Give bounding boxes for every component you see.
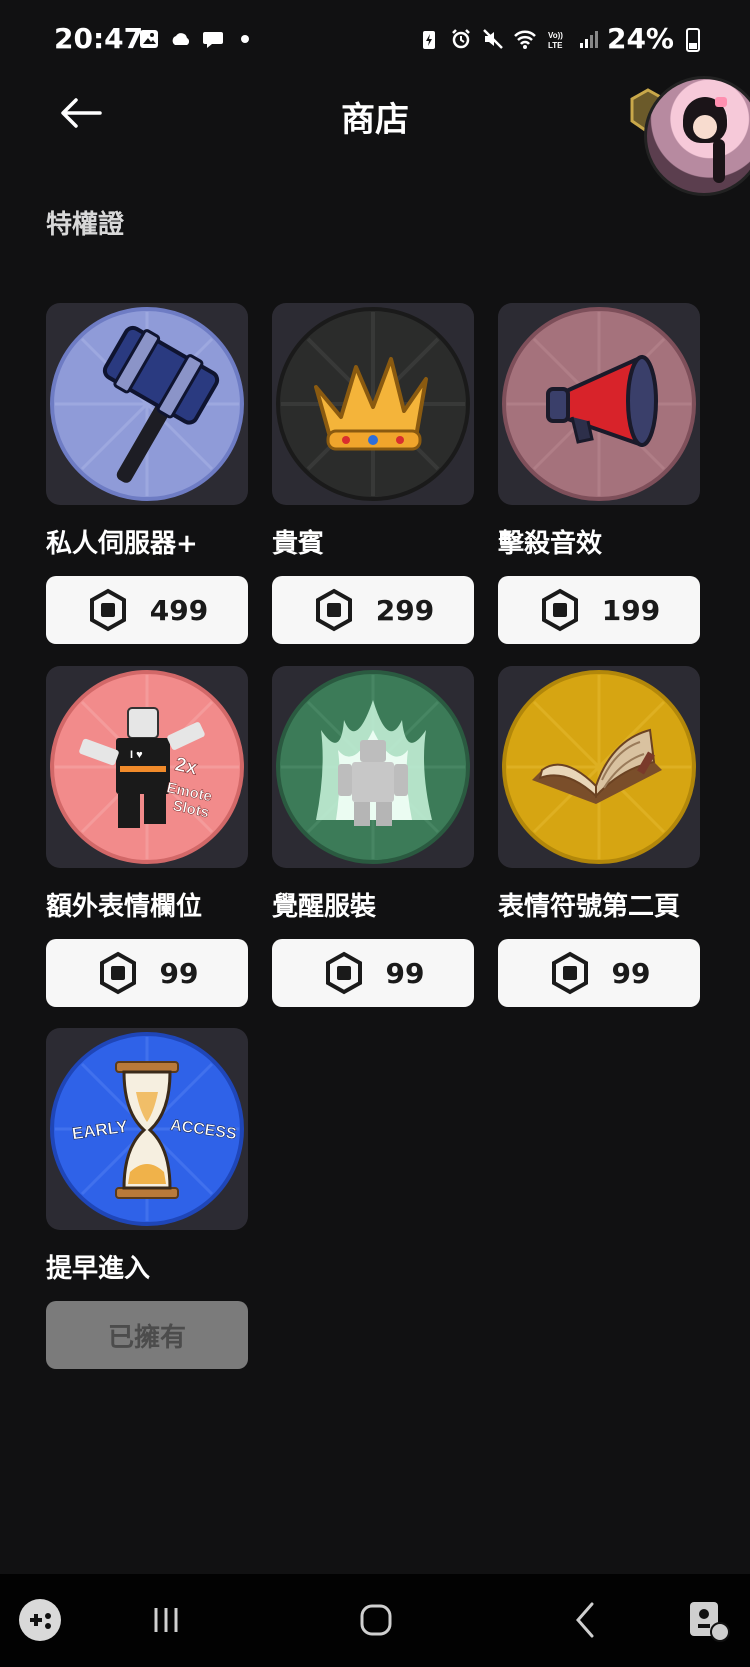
svg-text:Vo)): Vo)) (548, 31, 563, 40)
wifi-icon (514, 30, 536, 49)
status-right-icons: Vo)) LTE (418, 28, 600, 50)
dot-icon (241, 35, 249, 43)
price-value: 99 (385, 956, 425, 990)
mute-icon (483, 29, 503, 49)
robux-icon (541, 588, 578, 632)
price-button[interactable]: 99 (46, 939, 248, 1007)
chat-bubble-icon (203, 32, 223, 48)
icon-text-2x: 2x (173, 753, 199, 779)
home-icon[interactable] (352, 1596, 400, 1644)
status-left-icons (138, 28, 256, 50)
item-label: 額外表情欄位 (46, 892, 203, 922)
item-label: 表情符號第二頁 (498, 892, 681, 922)
status-bar: 20:47 Vo)) LTE 24% (0, 0, 750, 80)
status-time: 20:47 (54, 22, 144, 55)
game-launcher-icon[interactable] (16, 1596, 64, 1644)
item-tile[interactable] (272, 303, 474, 505)
item-tile[interactable]: I ♥ 2x Emote Slots (46, 666, 248, 868)
robux-icon (89, 588, 126, 632)
price-button[interactable]: 99 (498, 939, 700, 1007)
item-tile[interactable] (498, 666, 700, 868)
alarm-icon (452, 29, 470, 49)
robux-icon (315, 588, 352, 632)
item-label: 提早進入 (46, 1254, 151, 1284)
cloud-icon (172, 33, 190, 45)
item-tile[interactable] (46, 303, 248, 505)
extra-emote-slots-icon: I ♥ 2x Emote Slots (50, 670, 244, 864)
price-button[interactable]: 199 (498, 576, 700, 644)
price-button[interactable]: 99 (272, 939, 474, 1007)
item-label: 覺醒服裝 (272, 892, 377, 922)
price-button[interactable]: 499 (46, 576, 248, 644)
item-card-private-server: 私人伺服器+ 499 (46, 303, 248, 644)
item-label: 私人伺服器+ (46, 529, 198, 559)
svg-text:LTE: LTE (548, 41, 563, 50)
shirt-text: I ♥ (130, 749, 143, 761)
image-icon (140, 30, 158, 48)
section-title-passes: 特權證 (46, 210, 125, 240)
item-tile[interactable] (272, 666, 474, 868)
battery-saver-icon (423, 31, 435, 49)
item-card-early-access: EARLY ACCESS 提早進入 已擁有 (46, 1028, 248, 1369)
price-value: 299 (375, 593, 435, 627)
volte-icon: Vo))LTE (548, 31, 563, 50)
system-navigation-bar (0, 1574, 750, 1667)
owned-button: 已擁有 (46, 1301, 248, 1369)
item-card-kill-sound: 擊殺音效 199 (498, 303, 700, 644)
robux-icon (99, 951, 136, 995)
item-card-vip: 貴賓 299 (272, 303, 474, 644)
price-value: 99 (159, 956, 199, 990)
robux-icon (325, 951, 362, 995)
profile-avatar[interactable] (630, 76, 750, 196)
item-card-extra-emote-slots: I ♥ 2x Emote Slots 額外表情欄位 99 (46, 666, 248, 1007)
robux-icon (551, 951, 588, 995)
item-label: 擊殺音效 (498, 529, 603, 559)
item-tile[interactable]: EARLY ACCESS (46, 1028, 248, 1230)
avatar (644, 76, 750, 196)
recent-apps-icon[interactable] (142, 1596, 190, 1644)
price-value: 499 (149, 593, 209, 627)
price-button[interactable]: 299 (272, 576, 474, 644)
battery-percentage: 24% (606, 22, 674, 55)
item-tile[interactable] (498, 303, 700, 505)
item-card-emoji-page-two: 表情符號第二頁 99 (498, 666, 700, 1007)
hammer-icon (50, 307, 244, 501)
accessibility-lock-icon[interactable] (684, 1596, 732, 1644)
price-value: 199 (601, 593, 661, 627)
item-card-awakened-outfit: 覺醒服裝 99 (272, 666, 474, 1007)
book-icon (502, 670, 696, 864)
nav-back-icon[interactable] (562, 1596, 610, 1644)
item-label: 貴賓 (272, 529, 325, 559)
crown-icon (276, 307, 470, 501)
hourglass-icon: EARLY ACCESS (50, 1032, 244, 1226)
aura-figure-icon (276, 670, 470, 864)
megaphone-icon (502, 307, 696, 501)
battery-icon (686, 28, 700, 52)
price-value: 99 (611, 956, 651, 990)
signal-icon (580, 31, 598, 48)
